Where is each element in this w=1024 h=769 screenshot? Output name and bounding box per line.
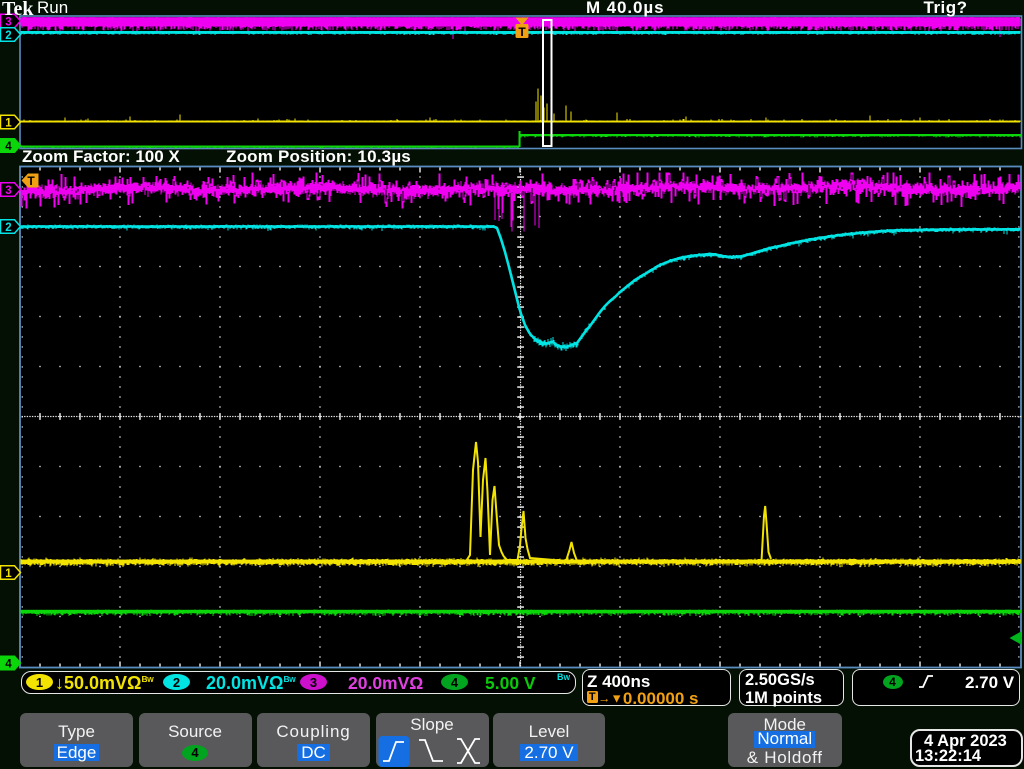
svg-text:1: 1 (5, 118, 12, 130)
svg-text:2: 2 (5, 222, 11, 234)
svg-text:T: T (27, 174, 35, 188)
svg-text:2: 2 (5, 30, 11, 42)
svg-text:4: 4 (5, 659, 12, 671)
svg-text:1: 1 (5, 568, 12, 580)
svg-text:3: 3 (5, 185, 11, 197)
svg-text:4: 4 (5, 141, 12, 153)
svg-text:T: T (518, 25, 526, 39)
